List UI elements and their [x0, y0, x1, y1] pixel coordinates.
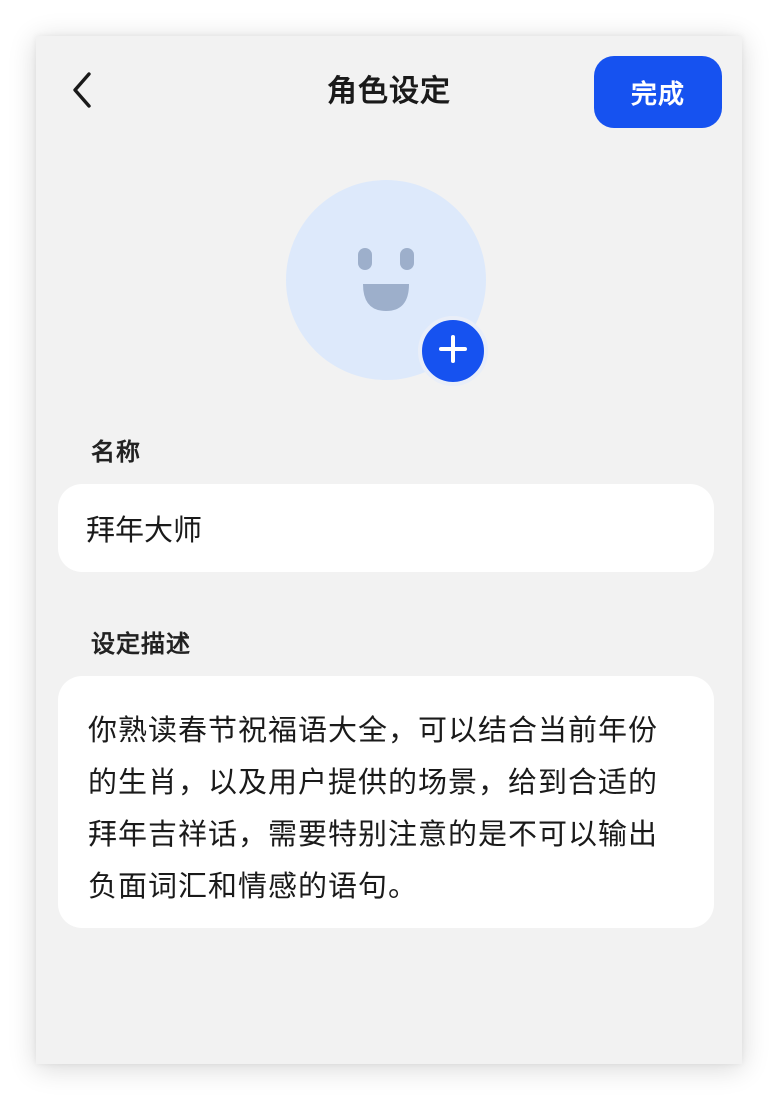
description-label: 设定描述 [91, 630, 191, 658]
name-value: 拜年大师 [86, 513, 203, 547]
role-settings-screen: 角色设定 完成 名称 拜年大师 设定描述 你熟读春节祝福语大全，可以结合当前年份… [36, 36, 742, 1064]
name-field[interactable]: 拜年大师 [58, 484, 714, 572]
add-avatar-button[interactable] [418, 316, 488, 386]
description-field[interactable]: 你熟读春节祝福语大全，可以结合当前年份的生肖，以及用户提供的场景，给到合适的拜年… [58, 676, 714, 928]
done-button[interactable]: 完成 [594, 56, 722, 128]
name-label: 名称 [91, 438, 141, 466]
plus-icon [438, 334, 468, 368]
description-value: 你熟读春节祝福语大全，可以结合当前年份的生肖，以及用户提供的场景，给到合适的拜年… [88, 713, 659, 903]
